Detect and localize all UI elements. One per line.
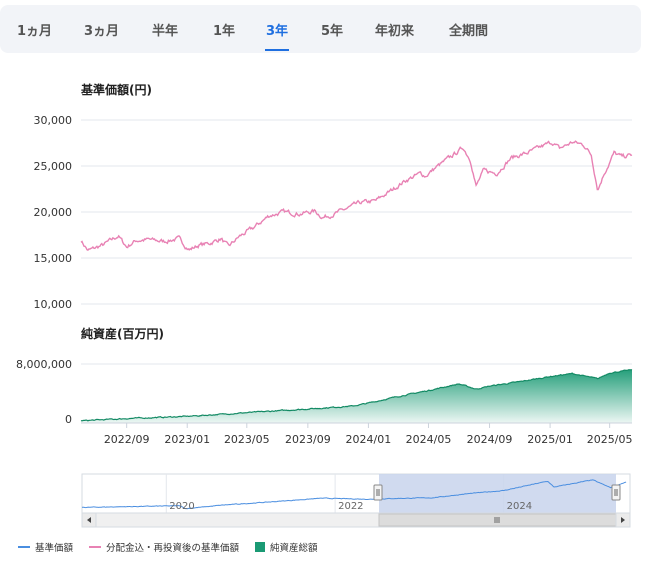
chart-legend: 基準価額 分配金込・再投資後の基準価額 純資産総額	[18, 540, 334, 554]
x-tick-label: 2025/05	[587, 433, 633, 446]
assets-y-axis: 0 8,000,000	[16, 358, 72, 426]
price-y-tick-label: 20,000	[34, 206, 73, 219]
price-y-tick-label: 10,000	[34, 298, 73, 311]
legend-label: 分配金込・再投資後の基準価額	[106, 543, 240, 554]
x-tick-label: 2023/05	[224, 433, 270, 446]
navigator-right-handle[interactable]	[611, 484, 621, 501]
green-box-swatch-icon	[255, 542, 266, 552]
blue-line-swatch-icon	[18, 546, 30, 548]
price-y-tick-label: 25,000	[34, 160, 73, 173]
navigator-x-label: 2020	[169, 501, 194, 512]
legend-label: 基準価額	[35, 543, 74, 554]
navigator-selected-range[interactable]	[379, 474, 616, 513]
price-chart-title: 基準価額(円)	[80, 82, 152, 97]
legend-item-net-assets[interactable]: 純資産総額	[255, 540, 318, 554]
assets-y-tick-label: 8,000,000	[16, 358, 72, 371]
price-y-tick-label: 30,000	[34, 114, 73, 127]
x-tick-label: 2024/01	[346, 433, 392, 446]
legend-label: 純資産総額	[270, 543, 318, 554]
range-navigator[interactable]: 2020 2022 2024	[81, 473, 631, 514]
price-y-tick-label: 15,000	[34, 252, 73, 265]
navigator-x-label: 2022	[338, 501, 363, 512]
navigator-x-label: 2024	[507, 501, 532, 512]
assets-chart-title: 純資産(百万円)	[81, 326, 164, 341]
fund-chart: 基準価額(円) 10,000 15,000 20,000 25,000 30,000 純…	[16, 82, 633, 528]
legend-item-reinvested-nav[interactable]: 分配金込・再投資後の基準価額	[89, 540, 239, 554]
x-tick-label: 2023/01	[164, 433, 210, 446]
pink-line-swatch-icon	[89, 546, 102, 548]
x-tick-label: 2024/09	[467, 433, 513, 446]
navigator-scrollbar[interactable]	[81, 512, 631, 528]
x-tick-label: 2023/09	[285, 433, 331, 446]
assets-series-area	[81, 369, 632, 423]
x-tick-label: 2025/01	[527, 433, 573, 446]
navigator-left-handle[interactable]	[373, 484, 383, 501]
assets-y-tick-label: 0	[65, 413, 72, 426]
price-y-axis: 10,000 15,000 20,000 25,000 30,000	[34, 114, 73, 311]
price-series-line	[80, 140, 633, 251]
x-tick-label: 2022/09	[104, 433, 150, 446]
legend-item-nav[interactable]: 基準価額	[18, 540, 73, 554]
price-grid	[81, 119, 632, 305]
x-tick-label: 2024/05	[406, 433, 452, 446]
x-axis-ticks: 2022/09 2023/01 2023/05 2023/09 2024/01 2024/…	[104, 423, 633, 446]
